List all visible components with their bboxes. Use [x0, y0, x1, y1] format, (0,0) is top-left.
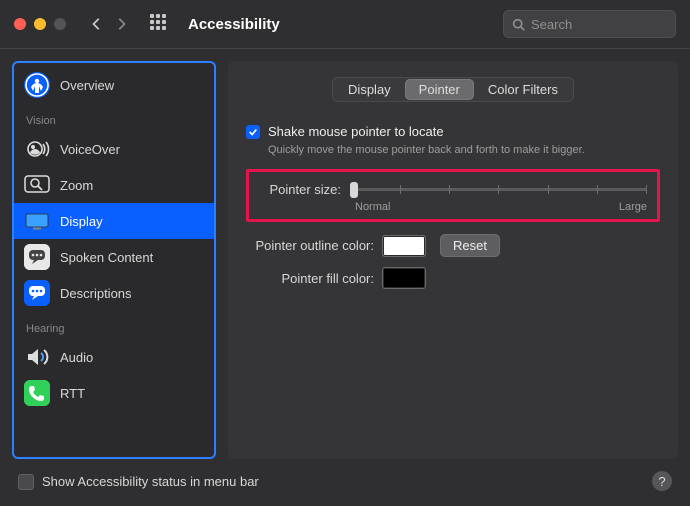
window-controls — [14, 18, 66, 30]
pointer-size-label: Pointer size: — [259, 182, 341, 197]
zoom-icon — [24, 175, 50, 195]
fill-color-label: Pointer fill color: — [246, 271, 374, 286]
tab-bar: Display Pointer Color Filters — [332, 77, 574, 102]
rtt-icon — [24, 380, 50, 406]
tab-color-filters[interactable]: Color Filters — [474, 79, 572, 100]
outline-color-swatch[interactable] — [382, 235, 426, 257]
nav-buttons — [86, 13, 132, 35]
minimize-window-button[interactable] — [34, 18, 46, 30]
sidebar-item-label: Descriptions — [60, 286, 132, 301]
tab-display[interactable]: Display — [334, 79, 405, 100]
sidebar-item-voiceover[interactable]: VoiceOver — [14, 131, 214, 167]
sidebar-item-descriptions[interactable]: Descriptions — [14, 275, 214, 311]
sidebar-item-rtt[interactable]: RTT — [14, 375, 214, 411]
sidebar-item-label: Spoken Content — [60, 250, 153, 265]
titlebar: Accessibility Search — [0, 0, 690, 49]
window-title: Accessibility — [188, 16, 280, 33]
search-placeholder: Search — [531, 17, 572, 32]
help-button[interactable]: ? — [652, 471, 672, 491]
checkmark-icon — [248, 127, 258, 137]
sidebar-item-audio[interactable]: Audio — [14, 339, 214, 375]
zoom-window-button[interactable] — [54, 18, 66, 30]
sidebar-item-spoken-content[interactable]: Spoken Content — [14, 239, 214, 275]
sidebar-item-label: Overview — [60, 78, 114, 93]
slider-max-label: Large — [619, 201, 647, 213]
show-status-menubar-label: Show Accessibility status in menu bar — [42, 474, 259, 489]
pointer-size-highlight: Pointer size: Normal Large — [246, 169, 660, 222]
sidebar-item-label: Display — [60, 214, 103, 229]
footer: Show Accessibility status in menu bar ? — [0, 465, 690, 501]
pointer-size-slider[interactable] — [351, 180, 647, 198]
shake-to-locate-description: Quickly move the mouse pointer back and … — [268, 143, 608, 157]
all-prefs-grid-icon[interactable] — [150, 14, 170, 34]
reset-button[interactable]: Reset — [440, 234, 500, 257]
main-panel: Display Pointer Color Filters Shake mous… — [228, 61, 678, 459]
overview-icon — [24, 72, 50, 98]
close-window-button[interactable] — [14, 18, 26, 30]
spoken-content-icon — [24, 244, 50, 270]
sidebar-section-vision: Vision — [14, 103, 214, 131]
shake-to-locate-label: Shake mouse pointer to locate — [268, 124, 444, 139]
descriptions-icon — [24, 280, 50, 306]
tab-pointer[interactable]: Pointer — [405, 79, 474, 100]
search-field[interactable]: Search — [503, 10, 676, 38]
audio-icon — [24, 344, 50, 370]
show-status-menubar-checkbox[interactable] — [18, 474, 34, 490]
forward-button[interactable] — [110, 13, 132, 35]
sidebar-section-hearing: Hearing — [14, 311, 214, 339]
fill-color-swatch[interactable] — [382, 267, 426, 289]
sidebar-item-overview[interactable]: Overview — [14, 67, 214, 103]
sidebar-item-zoom[interactable]: Zoom — [14, 167, 214, 203]
slider-knob[interactable] — [350, 182, 358, 198]
sidebar-item-label: VoiceOver — [60, 142, 120, 157]
help-icon: ? — [658, 474, 665, 489]
sidebar: Overview Vision VoiceOver Zoom Display — [12, 61, 216, 459]
sidebar-item-label: Zoom — [60, 178, 93, 193]
sidebar-item-label: RTT — [60, 386, 85, 401]
voiceover-icon — [24, 136, 50, 162]
outline-color-label: Pointer outline color: — [246, 238, 374, 253]
back-button[interactable] — [86, 13, 108, 35]
search-icon — [512, 18, 525, 31]
display-icon — [24, 208, 50, 234]
sidebar-item-display[interactable]: Display — [14, 203, 214, 239]
sidebar-item-label: Audio — [60, 350, 93, 365]
slider-min-label: Normal — [355, 201, 390, 213]
shake-to-locate-checkbox[interactable] — [246, 125, 260, 139]
